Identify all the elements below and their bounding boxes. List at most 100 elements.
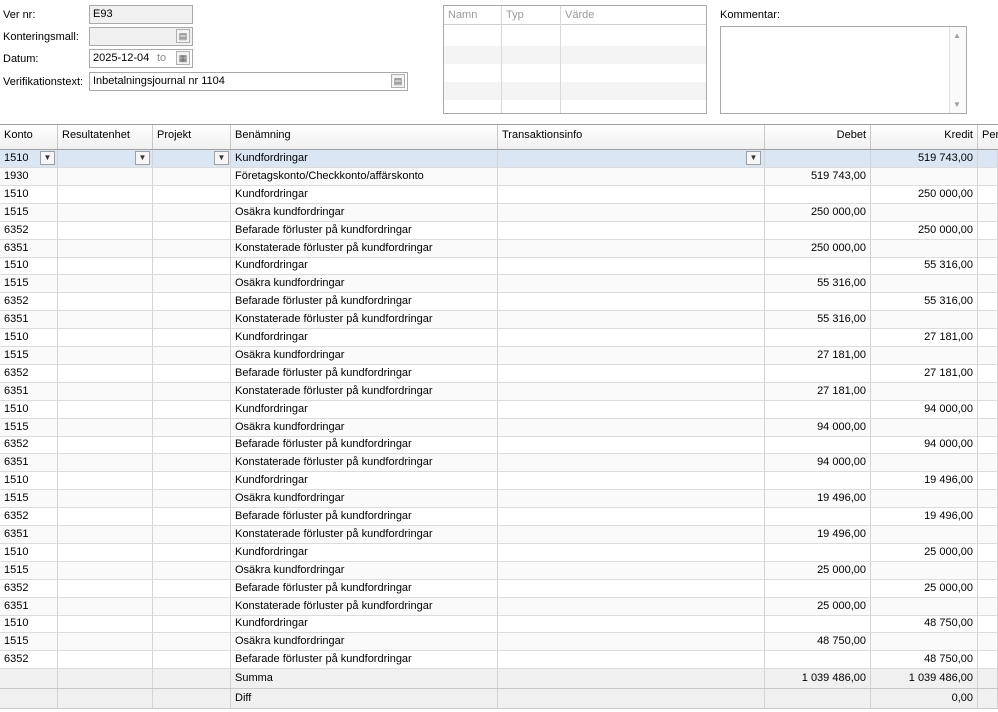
table-row[interactable]: 1515 Osäkra kundfordringar 250 000,00 bbox=[0, 203, 998, 222]
transaktionsinfo-cell[interactable] bbox=[498, 508, 765, 525]
kredit-cell[interactable] bbox=[871, 311, 978, 329]
transaktionsinfo-cell[interactable] bbox=[498, 472, 765, 490]
table-row[interactable]: 1510 Kundfordringar 48 750,00 bbox=[0, 615, 998, 634]
benamning-cell[interactable]: Konstaterade förluster på kundfordringar bbox=[231, 454, 498, 472]
konto-cell[interactable]: 1510 bbox=[0, 329, 58, 346]
peri-cell[interactable] bbox=[978, 561, 998, 579]
benamning-cell[interactable]: Osäkra kundfordringar bbox=[231, 203, 498, 221]
benamning-cell[interactable]: Företagskonto/Checkkonto/affärskonto bbox=[231, 167, 498, 185]
peri-cell[interactable] bbox=[978, 346, 998, 364]
list-picker-icon[interactable]: ▤ bbox=[176, 29, 190, 43]
benamning-cell[interactable]: Osäkra kundfordringar bbox=[231, 275, 498, 293]
projekt-cell[interactable] bbox=[153, 329, 231, 346]
kredit-cell[interactable]: 25 000,00 bbox=[871, 579, 978, 597]
col-transaktionsinfo[interactable]: Transaktionsinfo bbox=[498, 125, 765, 149]
transaktionsinfo-cell[interactable] bbox=[498, 185, 765, 203]
peri-cell[interactable] bbox=[978, 543, 998, 561]
projekt-cell[interactable] bbox=[153, 508, 231, 525]
table-row[interactable]: 1515 Osäkra kundfordringar 55 316,00 bbox=[0, 275, 998, 294]
projekt-cell[interactable] bbox=[153, 561, 231, 579]
kredit-cell[interactable]: 94 000,00 bbox=[871, 400, 978, 418]
transaktionsinfo-cell[interactable] bbox=[498, 167, 765, 185]
benamning-cell[interactable]: Osäkra kundfordringar bbox=[231, 633, 498, 651]
table-row[interactable]: 6351 Konstaterade förluster på kundfordri… bbox=[0, 597, 998, 616]
table-row[interactable]: 1510 Kundfordringar 27 181,00 bbox=[0, 329, 998, 347]
col-konto[interactable]: Konto bbox=[0, 125, 58, 149]
peri-cell[interactable] bbox=[978, 597, 998, 615]
peri-cell[interactable] bbox=[978, 400, 998, 418]
table-row[interactable]: 1510 Kundfordringar 19 496,00 bbox=[0, 472, 998, 491]
kredit-cell[interactable]: 250 000,00 bbox=[871, 221, 978, 239]
resultatenhet-cell[interactable] bbox=[58, 293, 153, 311]
projekt-cell[interactable] bbox=[153, 167, 231, 185]
konto-cell[interactable]: 6351 bbox=[0, 311, 58, 329]
resultatenhet-cell[interactable] bbox=[58, 597, 153, 615]
benamning-cell[interactable]: Befarade förluster på kundfordringar bbox=[231, 651, 498, 669]
resultatenhet-cell[interactable] bbox=[58, 633, 153, 651]
table-row[interactable]: 6352 Befarade förluster på kundfordringar… bbox=[0, 508, 998, 526]
benamning-cell[interactable]: Kundfordringar bbox=[231, 150, 498, 167]
kredit-cell[interactable]: 94 000,00 bbox=[871, 436, 978, 454]
table-row[interactable]: 1515 Osäkra kundfordringar 94 000,00 bbox=[0, 418, 998, 437]
peri-cell[interactable] bbox=[978, 633, 998, 651]
resultatenhet-cell[interactable] bbox=[58, 311, 153, 329]
resultatenhet-cell[interactable] bbox=[58, 275, 153, 293]
benamning-cell[interactable]: Kundfordringar bbox=[231, 185, 498, 203]
table-row[interactable]: 6352 Befarade förluster på kundfordringar… bbox=[0, 293, 998, 312]
transaktionsinfo-cell[interactable] bbox=[498, 329, 765, 346]
table-row[interactable]: 6352 Befarade förluster på kundfordringar… bbox=[0, 221, 998, 240]
peri-cell[interactable] bbox=[978, 311, 998, 329]
debet-cell[interactable] bbox=[765, 364, 871, 382]
transaktionsinfo-cell[interactable] bbox=[498, 364, 765, 382]
kredit-cell[interactable] bbox=[871, 525, 978, 543]
transaktionsinfo-cell[interactable] bbox=[498, 275, 765, 293]
benamning-cell[interactable]: Osäkra kundfordringar bbox=[231, 418, 498, 436]
table-row[interactable]: 1510 Kundfordringar 250 000,00 bbox=[0, 185, 998, 204]
debet-cell[interactable]: 55 316,00 bbox=[765, 311, 871, 329]
konto-cell[interactable]: 6352 bbox=[0, 508, 58, 525]
benamning-cell[interactable]: Konstaterade förluster på kundfordringar bbox=[231, 311, 498, 329]
konto-cell[interactable]: 6352 bbox=[0, 651, 58, 669]
debet-cell[interactable] bbox=[765, 472, 871, 490]
projekt-cell[interactable] bbox=[153, 382, 231, 400]
resultatenhet-cell[interactable] bbox=[58, 561, 153, 579]
projekt-cell[interactable] bbox=[153, 525, 231, 543]
debet-cell[interactable] bbox=[765, 615, 871, 633]
konto-cell[interactable]: 6351 bbox=[0, 239, 58, 257]
projekt-cell[interactable] bbox=[153, 257, 231, 275]
resultatenhet-cell[interactable] bbox=[58, 579, 153, 597]
konto-cell[interactable]: 1510 bbox=[0, 400, 58, 418]
peri-cell[interactable] bbox=[978, 257, 998, 275]
transaktionsinfo-cell[interactable] bbox=[498, 382, 765, 400]
kredit-cell[interactable] bbox=[871, 346, 978, 364]
resultatenhet-cell[interactable] bbox=[58, 382, 153, 400]
col-benamning[interactable]: Benämning bbox=[231, 125, 498, 149]
debet-cell[interactable] bbox=[765, 185, 871, 203]
benamning-cell[interactable]: Osäkra kundfordringar bbox=[231, 561, 498, 579]
debet-cell[interactable]: 25 000,00 bbox=[765, 561, 871, 579]
projekt-cell[interactable] bbox=[153, 597, 231, 615]
kommentar-textarea[interactable]: ▲ ▼ bbox=[720, 26, 967, 114]
debet-cell[interactable]: 19 496,00 bbox=[765, 490, 871, 508]
table-row[interactable]: 1515 Osäkra kundfordringar 27 181,00 bbox=[0, 346, 998, 365]
debet-cell[interactable]: 94 000,00 bbox=[765, 418, 871, 436]
peri-cell[interactable] bbox=[978, 651, 998, 669]
table-row[interactable]: 6351 Konstaterade förluster på kundfordri… bbox=[0, 454, 998, 473]
list-picker-icon[interactable]: ▤ bbox=[391, 74, 405, 88]
kredit-cell[interactable]: 27 181,00 bbox=[871, 364, 978, 382]
debet-cell[interactable] bbox=[765, 579, 871, 597]
debet-cell[interactable]: 250 000,00 bbox=[765, 239, 871, 257]
table-row[interactable]: 6352 Befarade förluster på kundfordringar… bbox=[0, 364, 998, 383]
peri-cell[interactable] bbox=[978, 418, 998, 436]
debet-cell[interactable]: 94 000,00 bbox=[765, 454, 871, 472]
projekt-cell[interactable] bbox=[153, 579, 231, 597]
konto-cell[interactable]: 6352 bbox=[0, 364, 58, 382]
projekt-cell[interactable] bbox=[153, 490, 231, 508]
transaktionsinfo-cell[interactable] bbox=[498, 561, 765, 579]
debet-cell[interactable]: 55 316,00 bbox=[765, 275, 871, 293]
projekt-cell[interactable] bbox=[153, 203, 231, 221]
peri-cell[interactable] bbox=[978, 221, 998, 239]
benamning-cell[interactable]: Befarade förluster på kundfordringar bbox=[231, 579, 498, 597]
projekt-cell[interactable] bbox=[153, 239, 231, 257]
projekt-cell[interactable] bbox=[153, 454, 231, 472]
